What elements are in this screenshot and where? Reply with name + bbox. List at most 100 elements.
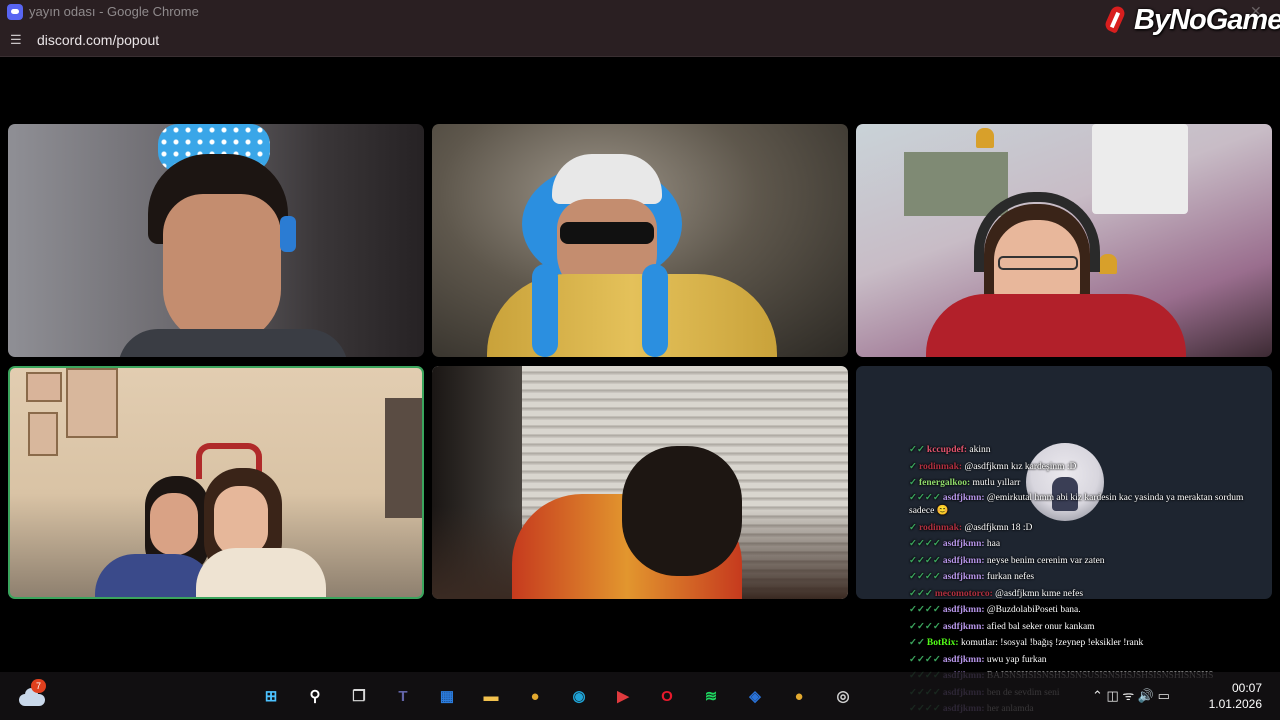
chat-username: mecomotorco:: [934, 588, 993, 599]
chat-text: uwu yap furkan: [984, 654, 1047, 665]
chat-message: ✓ rodinmak: @asdfjkmn kız kardeşinm :D: [909, 459, 1271, 476]
chat-badges-icon: ✓✓✓: [909, 588, 933, 599]
chat-badges-icon: ✓: [909, 522, 917, 533]
teams-icon[interactable]: T: [390, 683, 416, 709]
chat-badges-icon: ✓✓✓✓: [909, 572, 941, 582]
light-top: [196, 548, 326, 597]
start-icon[interactable]: ⊞: [258, 683, 284, 709]
url-text[interactable]: discord.com/popout: [37, 32, 159, 48]
hoodie: [118, 329, 348, 357]
clock-time[interactable]: 00:07: [1216, 681, 1262, 695]
chat-badges-icon: ✓✓✓✓: [909, 539, 941, 549]
chat-text: @asdfjkmn 18 :D: [962, 522, 1033, 533]
browser-title-bar: yayın odası - Google Chrome: [0, 0, 1280, 24]
chrome-active-icon[interactable]: ●: [786, 683, 812, 709]
chat-text: @asdfjkmn kız kardeşinm :D: [962, 461, 1077, 472]
chat-badges-icon: ✓✓: [909, 638, 925, 648]
obs-icon[interactable]: ◎: [830, 683, 856, 709]
red-top: [926, 294, 1186, 357]
cloud-icon: [19, 688, 45, 706]
chat-message: ✓✓✓✓ asdfjkmn: neyse benim cerenim var za…: [909, 553, 1271, 570]
chat-username: rodinmak:: [918, 522, 963, 533]
chat-badges-icon: ✓✓✓✓: [909, 621, 941, 632]
yellow-jersey: [487, 274, 777, 357]
wall-art: [26, 372, 62, 402]
chat-message: ✓✓✓✓ asdfjkmn: furkan nefes: [909, 569, 1271, 586]
chat-text: akinn: [967, 445, 991, 455]
video-tile-participant-2[interactable]: [432, 124, 848, 357]
chat-message: ✓✓✓✓ asdfjkmn: haa: [909, 536, 1271, 553]
search-icon[interactable]: ⚲: [302, 683, 328, 709]
spotify-icon[interactable]: ≋: [698, 683, 724, 709]
chat-text: @BuzdolabiPoseti bana.: [984, 605, 1081, 615]
chat-username: asdfjkmn:: [942, 555, 985, 566]
opera-icon[interactable]: O: [654, 683, 680, 709]
site-settings-icon[interactable]: ☰: [10, 33, 24, 47]
face: [150, 493, 198, 555]
cap: [552, 154, 662, 204]
chat-message: ✓✓ BotRix: komutlar: !sosyal !bağış !zeyn…: [909, 635, 1271, 652]
bynogame-logo: ByNoGame: [1102, 2, 1280, 38]
store-icon[interactable]: ▦: [434, 683, 460, 709]
glasses: [998, 256, 1078, 270]
chrome-icon[interactable]: ●: [522, 683, 548, 709]
chat-text: neyse benim cerenim var zaten: [984, 555, 1105, 566]
sunglasses: [560, 222, 654, 244]
chat-badges-icon: ✓✓✓✓: [909, 492, 941, 503]
task-view-icon[interactable]: ❐: [346, 683, 372, 709]
chat-text: @asdfjkmn kıme nefes: [992, 588, 1084, 599]
video-tile-participant-4-speaking[interactable]: [8, 366, 424, 599]
chat-username: kccupdef:: [926, 445, 968, 455]
chat-text: komutlar: !sosyal !bağış !zeynep !eksikl…: [958, 638, 1144, 648]
chat-text: haa: [984, 539, 1001, 549]
windows-taskbar: [0, 672, 1280, 720]
system-tray[interactable]: ⌃ ◫ ᯤ 🔊 ▭: [1092, 686, 1170, 706]
chat-badges-icon: ✓✓✓✓: [909, 605, 941, 615]
media-player-icon[interactable]: ▶: [610, 683, 636, 709]
dark-doorway: [385, 398, 422, 518]
head: [622, 446, 742, 576]
white-shirt-decor: [1092, 124, 1188, 214]
bell-decor: [1099, 254, 1117, 274]
chat-message: ✓✓✓✓ asdfjkmn: afied bal seker onur kanka…: [909, 619, 1271, 636]
vpn-icon[interactable]: ◈: [742, 683, 768, 709]
video-tile-participant-1[interactable]: [8, 124, 424, 357]
chat-badges-icon: ✓✓: [909, 445, 925, 455]
tentacle: [642, 264, 668, 357]
video-tile-participant-5[interactable]: [432, 366, 848, 599]
tentacle: [532, 264, 558, 357]
chat-username: asdfjkmn:: [942, 605, 985, 615]
chat-message: ✓ rodinmak: @asdfjkmn 18 :D: [909, 520, 1271, 537]
face: [163, 194, 281, 344]
bell-decor: [976, 128, 994, 148]
address-bar[interactable]: ☰ discord.com/popout: [0, 24, 1280, 57]
edge-icon[interactable]: ◉: [566, 683, 592, 709]
chat-badges-icon: ✓: [909, 461, 917, 472]
chat-username: asdfjkmn:: [942, 654, 985, 665]
window-title: yayın odası - Google Chrome: [29, 4, 199, 19]
notification-badge: 7: [31, 679, 46, 693]
headphone-cup: [280, 216, 296, 252]
face: [214, 486, 268, 556]
chat-message: ✓✓✓✓ asdfjkmn: @emirkutal hmm abi kiz kar…: [909, 492, 1271, 520]
clock-date[interactable]: 1.01.2026: [1200, 697, 1262, 711]
chat-username: rodinmak:: [918, 461, 963, 472]
chat-username: asdfjkmn:: [942, 621, 985, 632]
chat-username: asdfjkmn:: [942, 572, 985, 582]
chat-username: asdfjkmn:: [942, 539, 985, 549]
chat-message: ✓ fenergalkoo: mutlu yıllarr: [909, 475, 1271, 492]
bulletin-board: [904, 152, 1008, 216]
chat-message: ✓✓✓✓ asdfjkmn: @BuzdolabiPoseti bana.: [909, 602, 1271, 619]
chat-badges-icon: ✓✓✓✓: [909, 654, 941, 665]
file-explorer-icon[interactable]: ▬: [478, 683, 504, 709]
chat-badges-icon: ✓✓✓✓: [909, 555, 941, 566]
logo-text: ByNoGame: [1134, 3, 1280, 36]
chat-text: mutlu yıllarr: [970, 478, 1021, 488]
chat-badges-icon: ✓: [909, 478, 917, 488]
wall-art: [66, 368, 118, 438]
discord-icon: [7, 4, 23, 20]
wall-art: [28, 412, 58, 456]
logo-mark-icon: [1102, 4, 1130, 36]
video-tile-participant-3[interactable]: [856, 124, 1272, 357]
chat-message: ✓✓✓✓ asdfjkmn: uwu yap furkan: [909, 652, 1271, 669]
